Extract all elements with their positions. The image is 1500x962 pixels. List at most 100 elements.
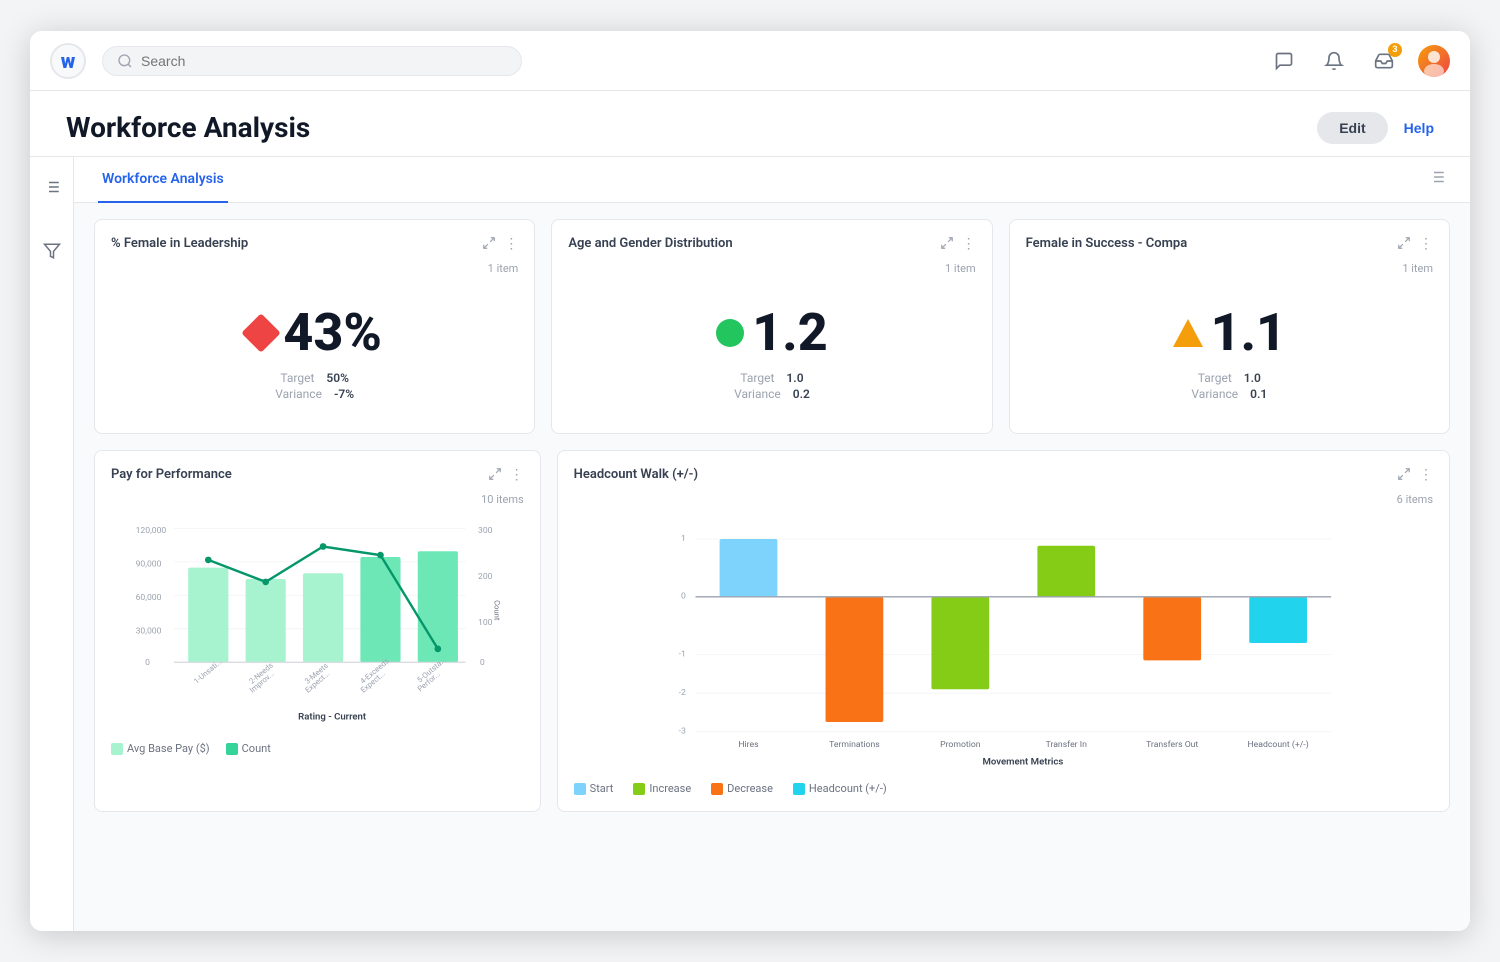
expand-icon-headcount[interactable] [1397,467,1411,485]
content-area: Workforce Analysis % Female in Leadershi… [74,157,1470,931]
kpi-cards-row: % Female in Leadership ⋮ [94,219,1450,434]
search-bar[interactable] [102,46,522,76]
tabs-bar: Workforce Analysis [74,157,1470,203]
card-icons-1: ⋮ 1 item [482,236,518,275]
bar-hires-start [719,539,777,597]
kpi-icon-diamond [242,313,282,353]
kpi-card-female-leadership: % Female in Leadership ⋮ [94,219,535,434]
more-icon-headcount[interactable]: ⋮ [1419,467,1433,485]
card-icons-headcount: ⋮ 6 items [1397,467,1433,506]
more-icon-1[interactable]: ⋮ [504,236,518,254]
app-window: w 3 [30,31,1470,931]
svg-text:0: 0 [480,658,485,668]
card-header-headcount: Headcount Walk (+/-) ⋮ [574,467,1433,506]
messages-button[interactable] [1268,45,1300,77]
bar-headcount-value [1249,597,1307,643]
svg-text:-1: -1 [678,650,685,660]
card-title-1: % Female in Leadership [111,236,248,251]
bar-transferin-increase [1037,546,1095,597]
svg-text:Headcount (+/-): Headcount (+/-) [1247,739,1308,750]
legend-dot-start [574,783,586,795]
kpi-icon-circle [716,319,744,347]
dashboard: % Female in Leadership ⋮ [74,203,1470,931]
card-title-2: Age and Gender Distribution [568,236,732,251]
more-icon-2[interactable]: ⋮ [962,236,976,254]
card-title-3: Female in Success - Compa [1026,236,1188,251]
kpi-value-1: 43% [283,307,382,359]
svg-text:Terminations: Terminations [829,740,880,750]
svg-text:-2: -2 [678,688,685,698]
card-item-count-2: 1 item [945,262,976,275]
svg-text:0: 0 [145,658,150,668]
user-avatar[interactable] [1418,45,1450,77]
svg-text:-3: -3 [678,727,685,737]
headcount-svg: 1 0 -1 -2 -3 Headcount (+/-) [574,514,1433,774]
svg-text:300: 300 [478,526,493,536]
svg-text:Hires: Hires [738,740,759,750]
card-icons-pay: ⋮ 10 items [481,467,524,506]
card-item-count-pay: 10 items [481,493,524,506]
legend-dot-decrease [711,783,723,795]
app-logo[interactable]: w [50,43,86,79]
card-item-count-3: 1 item [1402,262,1433,275]
kpi-body-3: 1.1 Target 1.0 Variance 0.1 [1026,283,1433,417]
pay-performance-chart: 120,000 90,000 60,000 30,000 0 Avg Base … [111,514,524,734]
card-title-headcount: Headcount Walk (+/-) [574,467,698,482]
tab-workforce-analysis[interactable]: Workforce Analysis [98,157,228,203]
legend-dot-count [226,743,238,755]
main-content: Workforce Analysis % Female in Leadershi… [30,157,1470,931]
card-item-count-headcount: 6 items [1397,493,1433,506]
card-header-3: Female in Success - Compa [1026,236,1433,275]
sidebar-menu-icon[interactable] [38,173,66,201]
inbox-badge: 3 [1388,43,1402,57]
search-input[interactable] [141,53,507,69]
kpi-body-2: 1.2 Target 1.0 Variance 0.2 [568,283,975,417]
bar-terminations-decrease [825,597,883,722]
card-icons-3: ⋮ 1 item [1397,236,1433,275]
legend-count: Count [226,742,271,755]
legend-decrease: Decrease [711,782,773,795]
svg-text:Rating - Current: Rating - Current [298,712,366,723]
bar-promotion-increase [931,597,989,689]
edit-button[interactable]: Edit [1317,112,1387,144]
more-icon-3[interactable]: ⋮ [1419,236,1433,254]
kpi-value-3: 1.1 [1211,307,1286,359]
legend-start: Start [574,782,614,795]
page-header: Workforce Analysis Edit Help [30,91,1470,157]
expand-icon-1[interactable] [482,236,496,254]
notifications-button[interactable] [1318,45,1350,77]
card-icons-2: ⋮ 1 item [940,236,976,275]
headcount-walk-card: Headcount Walk (+/-) ⋮ [557,450,1450,812]
sidebar-filter-icon[interactable] [38,237,66,265]
kpi-card-age-gender: Age and Gender Distribution [551,219,992,434]
svg-text:Movement Metrics: Movement Metrics [982,756,1063,767]
expand-icon-3[interactable] [1397,236,1411,254]
more-icon-pay[interactable]: ⋮ [510,467,524,485]
expand-icon-pay[interactable] [488,467,502,485]
card-header-pay: Pay for Performance ⋮ [111,467,524,506]
legend-increase: Increase [633,782,691,795]
kpi-card-female-compa: Female in Success - Compa [1009,219,1450,434]
headcount-walk-chart: 1 0 -1 -2 -3 Headcount (+/-) [574,514,1433,774]
tabs-menu-icon[interactable] [1428,168,1446,191]
svg-text:Promotion: Promotion [940,740,981,750]
svg-text:0: 0 [681,592,686,602]
svg-text:120,000: 120,000 [136,526,167,536]
expand-icon-2[interactable] [940,236,954,254]
help-button[interactable]: Help [1404,120,1434,136]
card-title-pay: Pay for Performance [111,467,232,482]
svg-text:1: 1 [681,534,686,544]
card-header-2: Age and Gender Distribution [568,236,975,275]
inbox-button[interactable]: 3 [1368,45,1400,77]
svg-text:Transfers Out: Transfers Out [1146,740,1198,750]
legend-dot-avg-base [111,743,123,755]
card-header-1: % Female in Leadership ⋮ [111,236,518,275]
legend-headcount-pm: Headcount (+/-) [793,782,887,795]
svg-text:Transfer In: Transfer In [1045,740,1087,750]
page-title: Workforce Analysis [66,111,310,144]
headcount-walk-legend: Start Increase Decrease [574,782,1433,795]
pay-performance-svg: 120,000 90,000 60,000 30,000 0 Avg Base … [111,514,524,734]
sidebar [30,157,74,931]
legend-dot-headcount-pm [793,783,805,795]
card-item-count-1: 1 item [488,262,519,275]
